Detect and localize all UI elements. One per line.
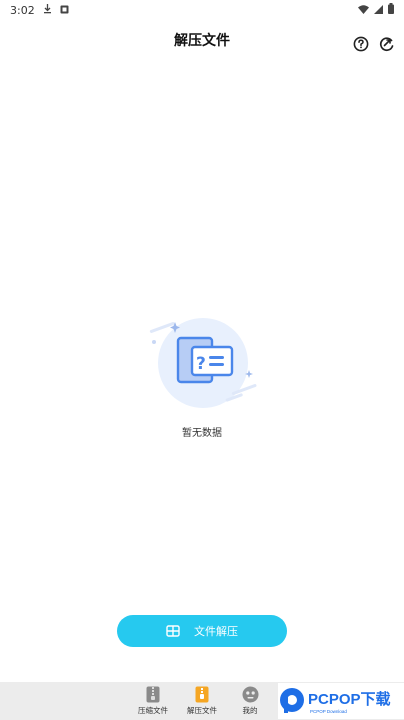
zip-icon	[144, 685, 162, 703]
extract-files-button[interactable]: 文件解压	[117, 615, 287, 647]
notification-icon	[60, 4, 69, 17]
empty-state-text: 暂无数据	[182, 428, 222, 439]
share-icon	[379, 37, 394, 52]
battery-icon	[388, 3, 394, 17]
svg-text:?: ?	[196, 354, 206, 374]
watermark-logo: PCPOP下载 PCPOP Download	[278, 683, 404, 719]
nav-label-extract: 解压文件	[187, 706, 217, 715]
empty-state: ? 暂无数据	[0, 300, 404, 450]
face-icon	[241, 685, 259, 703]
extract-button-label: 文件解压	[194, 626, 238, 638]
signal-icon	[374, 4, 383, 17]
nav-item-extract[interactable]: 解压文件	[182, 685, 222, 719]
nav-label-compress: 压缩文件	[138, 706, 168, 715]
status-bar: 3:02	[0, 0, 404, 20]
svg-text:PCPOP下载: PCPOP下载	[308, 690, 391, 708]
share-button[interactable]	[377, 34, 397, 54]
question-circle-icon	[353, 36, 369, 52]
empty-document-icon: ?	[145, 308, 265, 408]
download-icon	[43, 3, 52, 17]
status-time: 3:02	[10, 3, 35, 17]
nav-item-mine[interactable]: 我的	[230, 685, 270, 719]
nav-label-mine: 我的	[242, 706, 258, 715]
app-header: 解压文件	[0, 20, 404, 64]
wifi-icon	[358, 4, 369, 17]
svg-text:PCPOP Download: PCPOP Download	[310, 709, 347, 714]
page-title: 解压文件	[174, 33, 230, 49]
archive-icon	[166, 625, 180, 637]
unzip-icon	[193, 685, 211, 703]
help-button[interactable]	[351, 34, 371, 54]
nav-item-compress[interactable]: 压缩文件	[133, 685, 173, 719]
